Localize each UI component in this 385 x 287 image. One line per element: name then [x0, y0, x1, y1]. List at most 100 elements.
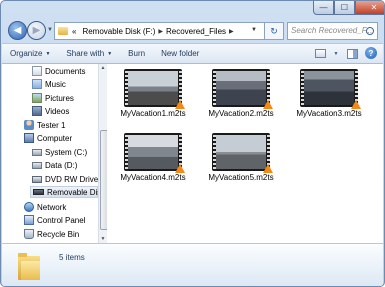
sidebar-item-documents[interactable]: Documents: [32, 65, 85, 77]
sidebar-item-data-d[interactable]: Data (D:): [32, 159, 77, 171]
sidebar-item-label: Computer: [37, 133, 73, 143]
sidebar-item-computer[interactable]: Computer: [24, 132, 72, 144]
chevron-down-icon: ▼: [107, 50, 113, 57]
window-controls: — ☐ ✕: [313, 1, 384, 15]
dvd-drive-icon: [32, 175, 42, 183]
video-thumbnail: [300, 69, 361, 109]
thumbnail-image: [304, 71, 354, 105]
video-thumbnail: [124, 133, 185, 173]
film-strip-icon: [124, 135, 128, 169]
share-with-label: Share with: [66, 49, 105, 58]
change-view-button[interactable]: [313, 47, 327, 60]
network-icon: [24, 202, 34, 212]
address-dropdown-icon[interactable]: ▼: [251, 27, 257, 33]
sidebar-item-removable-disk[interactable]: Removable Dis: [30, 186, 98, 198]
explorer-window: — ☐ ✕ ◀ ▶ ▼ « Removable Disk (F:) ▶ Reco…: [0, 0, 385, 287]
film-strip-icon: [124, 71, 128, 105]
sidebar-item-videos[interactable]: Videos: [32, 105, 69, 117]
crumb-separator[interactable]: ▶: [158, 28, 163, 35]
documents-icon: [32, 66, 42, 76]
vlc-cone-icon: [263, 100, 273, 109]
video-thumbnail: [212, 133, 273, 173]
vlc-cone-icon: [351, 100, 361, 109]
toolbar-right: ▼ ?: [313, 47, 377, 60]
file-list: MyVacation1.m2ts MyVacation2.m2ts MyVaca…: [107, 64, 383, 243]
crumb-removable-disk[interactable]: Removable Disk (F:): [82, 27, 155, 36]
recycle-bin-icon: [24, 229, 34, 239]
help-button[interactable]: ?: [365, 47, 377, 59]
navigation-bar: ◀ ▶ ▼ « Removable Disk (F:) ▶ Recovered_…: [1, 19, 384, 43]
scroll-down-icon[interactable]: ▼: [99, 235, 107, 243]
preview-pane-button[interactable]: [345, 47, 359, 60]
organize-button[interactable]: Organize ▼: [2, 49, 58, 58]
film-strip-icon: [300, 71, 304, 105]
minimize-button[interactable]: —: [313, 1, 334, 15]
sidebar-item-pictures[interactable]: Pictures: [32, 92, 74, 104]
sidebar-item-label: Tester 1: [37, 120, 66, 130]
organize-label: Organize: [10, 49, 43, 58]
burn-button[interactable]: Burn: [120, 49, 153, 58]
scroll-up-icon[interactable]: ▲: [99, 64, 107, 72]
crumb-separator[interactable]: ▶: [229, 28, 234, 35]
views-icon: [314, 49, 326, 58]
pictures-icon: [32, 93, 42, 103]
file-name: MyVacation3.m2ts: [296, 109, 362, 118]
sidebar-item-music[interactable]: Music: [32, 78, 66, 90]
sidebar-item-control-panel[interactable]: Control Panel: [24, 214, 85, 226]
vlc-cone-icon: [175, 100, 185, 109]
sidebar-item-dvd-rw-drive[interactable]: DVD RW Drive (: [32, 173, 98, 185]
sidebar-item-network[interactable]: Network: [24, 201, 66, 213]
film-strip-icon: [212, 135, 216, 169]
sidebar-item-label: Control Panel: [37, 215, 86, 225]
file-name: MyVacation5.m2ts: [208, 173, 274, 182]
video-thumbnail: [124, 69, 185, 109]
sidebar-item-system-c[interactable]: System (C:): [32, 146, 87, 158]
sidebar-item-label: Data (D:): [45, 160, 78, 170]
navigation-scrollbar[interactable]: ▲ ▼: [98, 64, 110, 243]
thumbnail-image: [216, 135, 266, 169]
sidebar-item-label: System (C:): [45, 147, 88, 157]
file-name: MyVacation2.m2ts: [208, 109, 274, 118]
thumbnail-image: [128, 135, 178, 169]
share-with-button[interactable]: Share with ▼: [58, 49, 120, 58]
file-item[interactable]: MyVacation1.m2ts: [113, 69, 193, 118]
chevron-down-icon: ▼: [45, 50, 51, 57]
maximize-button[interactable]: ☐: [334, 1, 355, 15]
sidebar-item-tester-1[interactable]: Tester 1: [24, 119, 65, 131]
file-item[interactable]: MyVacation2.m2ts: [201, 69, 281, 118]
user-icon: [24, 120, 34, 130]
videos-icon: [32, 106, 42, 116]
sidebar-item-label: Music: [45, 79, 66, 89]
item-count: 5 items: [59, 253, 85, 262]
sidebar-item-recycle-bin[interactable]: Recycle Bin: [24, 228, 79, 240]
usb-drive-icon: [33, 189, 44, 195]
sidebar-item-label: Removable Dis: [47, 187, 98, 197]
refresh-button[interactable]: ↻: [264, 22, 284, 40]
drive-icon: [32, 161, 42, 169]
computer-icon: [24, 133, 34, 143]
file-item[interactable]: MyVacation3.m2ts: [289, 69, 369, 118]
search-placeholder: Search Recovered_F...: [291, 26, 373, 35]
file-item[interactable]: MyVacation4.m2ts: [113, 133, 193, 182]
search-input[interactable]: Search Recovered_F...: [287, 22, 378, 40]
new-folder-button[interactable]: New folder: [153, 49, 207, 58]
video-thumbnail: [212, 69, 273, 109]
crumb-recovered-files[interactable]: Recovered_Files: [166, 27, 226, 36]
address-overflow-chevron[interactable]: «: [72, 27, 76, 36]
view-options-dropdown[interactable]: ▼: [333, 47, 339, 60]
search-icon[interactable]: [366, 27, 374, 35]
sidebar-item-label: DVD RW Drive (: [45, 174, 98, 184]
recent-pages-dropdown[interactable]: ▼: [47, 27, 53, 33]
close-button[interactable]: ✕: [355, 1, 384, 15]
sidebar-item-label: Network: [37, 202, 67, 212]
sidebar-item-label: Recycle Bin: [37, 229, 80, 239]
thumbnail-image: [128, 71, 178, 105]
forward-button[interactable]: ▶: [27, 21, 46, 40]
file-item[interactable]: MyVacation5.m2ts: [201, 133, 281, 182]
file-name: MyVacation4.m2ts: [120, 173, 186, 182]
back-button[interactable]: ◀: [8, 21, 27, 40]
address-bar[interactable]: « Removable Disk (F:) ▶ Recovered_Files …: [54, 22, 272, 40]
details-pane: 5 items: [2, 243, 383, 286]
thumbnail-image: [216, 71, 266, 105]
folder-icon: [58, 27, 68, 35]
